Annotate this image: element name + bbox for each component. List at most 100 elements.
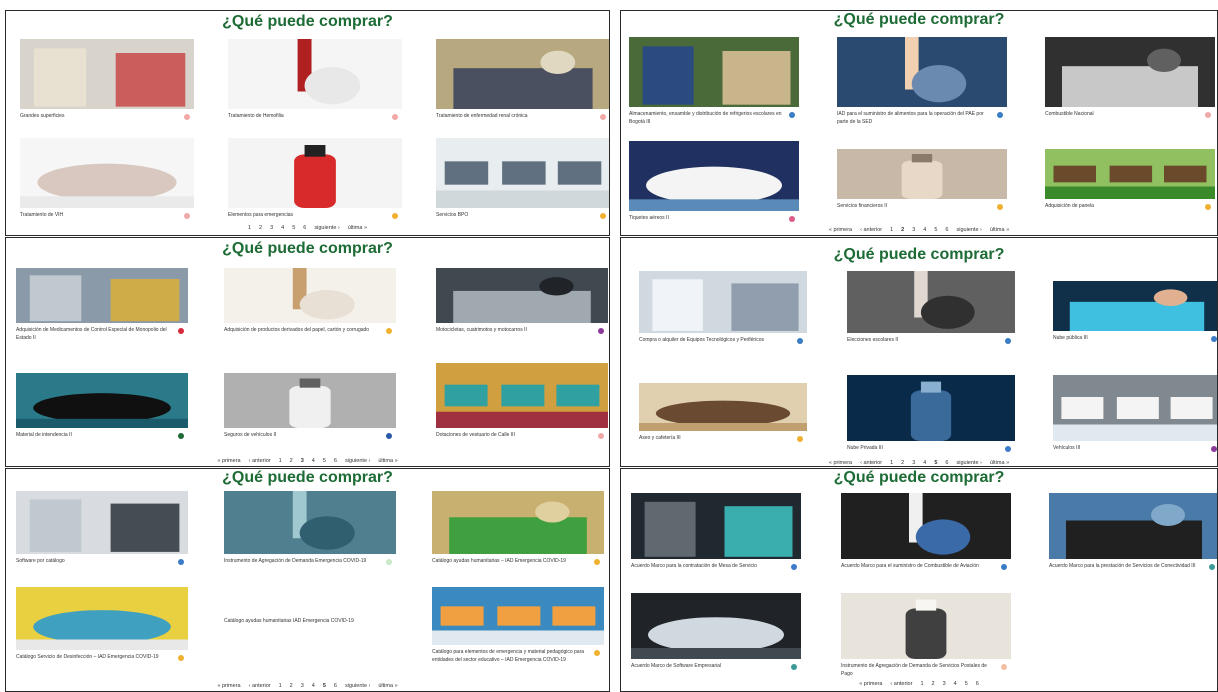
catalog-item-caption[interactable]: Aseo y cafetería III: [639, 435, 681, 441]
catalog-item[interactable]: Adquisición de Medicamentos de Control E…: [16, 268, 188, 342]
catalog-item-image[interactable]: [629, 37, 799, 107]
catalog-item[interactable]: Catálogo ayudas humanitarias IAD Emergen…: [224, 614, 396, 625]
pager-link[interactable]: 2: [901, 460, 904, 466]
catalog-item-image[interactable]: [20, 39, 194, 109]
pager-link[interactable]: 1: [920, 681, 923, 687]
pager-link[interactable]: última »: [378, 458, 397, 464]
catalog-item[interactable]: Grandes superficies: [20, 39, 194, 120]
catalog-item-image[interactable]: [436, 268, 608, 323]
catalog-item-caption[interactable]: Instrumento de Agregación de Demanda de …: [841, 663, 987, 677]
pager-link[interactable]: « primera: [829, 460, 852, 466]
catalog-item-image[interactable]: [224, 268, 396, 323]
pager-link[interactable]: 5: [965, 681, 968, 687]
pager-link[interactable]: 1: [890, 460, 893, 466]
catalog-item-caption[interactable]: Acuerdo Marco para la prestación de Serv…: [1049, 563, 1195, 569]
catalog-item-image[interactable]: [224, 373, 396, 428]
catalog-item-caption[interactable]: Catálogo ayudas humanitarias IAD Emergen…: [224, 618, 354, 624]
pager-link[interactable]: « primera: [217, 683, 240, 689]
pager-link[interactable]: 2: [290, 458, 293, 464]
catalog-item-caption[interactable]: Combustible Nacional: [1045, 111, 1094, 117]
catalog-item-caption[interactable]: Tratamiento de Hemofilia: [228, 113, 284, 119]
catalog-item-image[interactable]: [436, 39, 609, 109]
pager-link[interactable]: ‹ anterior: [860, 460, 882, 466]
pager-link[interactable]: 3: [301, 683, 304, 689]
pager-link[interactable]: 3: [912, 460, 915, 466]
catalog-item-image[interactable]: [1045, 37, 1215, 107]
pager-link[interactable]: « primera: [829, 227, 852, 233]
catalog-item-image[interactable]: [837, 37, 1007, 107]
catalog-item[interactable]: Combustible Nacional: [1045, 37, 1215, 118]
catalog-item-caption[interactable]: Elecciones escolares II: [847, 337, 898, 343]
catalog-item[interactable]: IAD para el suministro de alimentos para…: [837, 37, 1007, 126]
pager-link[interactable]: última »: [990, 460, 1009, 466]
pager-link[interactable]: ‹ anterior: [249, 683, 271, 689]
catalog-item-image[interactable]: [847, 271, 1015, 333]
catalog-item-image[interactable]: [639, 271, 807, 333]
pager-link[interactable]: 1: [279, 458, 282, 464]
catalog-item[interactable]: Motocicletas, cuatrimotos y motocarros I…: [436, 268, 608, 334]
pager-link[interactable]: última »: [378, 683, 397, 689]
catalog-item-caption[interactable]: Software por catálogo: [16, 558, 65, 564]
catalog-item[interactable]: Acuerdo Marco para la prestación de Serv…: [1049, 493, 1217, 570]
catalog-item-image[interactable]: [436, 138, 609, 208]
catalog-item-image[interactable]: [1053, 281, 1217, 331]
catalog-item-caption[interactable]: Servicios BPO: [436, 212, 468, 218]
catalog-item[interactable]: Servicios BPO: [436, 138, 609, 219]
catalog-item-caption[interactable]: Elementos para emergencias: [228, 212, 293, 218]
catalog-item-image[interactable]: [16, 587, 188, 650]
pager-link[interactable]: « primera: [217, 458, 240, 464]
catalog-item-image[interactable]: [1049, 493, 1217, 559]
pager-link[interactable]: siguiente ›: [956, 227, 981, 233]
catalog-item-image[interactable]: [629, 141, 799, 211]
catalog-item-caption[interactable]: Catálogo Servicio de Desinfección – IAD …: [16, 654, 159, 660]
catalog-item-caption[interactable]: Seguros de vehículos II: [224, 432, 276, 438]
pager-link[interactable]: 5: [934, 227, 937, 233]
pager-link[interactable]: 6: [945, 460, 948, 466]
catalog-item[interactable]: Acuerdo Marco para la contratación de Me…: [631, 493, 801, 570]
pager-link[interactable]: « primera: [859, 681, 882, 687]
pager-link[interactable]: 5: [934, 460, 937, 466]
catalog-item-caption[interactable]: Tratamiento de enfermedad renal crónica: [436, 113, 528, 119]
catalog-item[interactable]: Instrumento de Agregación de Demanda Eme…: [224, 491, 396, 565]
pager-link[interactable]: 1: [279, 683, 282, 689]
pager-link[interactable]: 3: [270, 225, 273, 231]
catalog-item-caption[interactable]: Motocicletas, cuatrimotos y motocarros I…: [436, 327, 527, 333]
catalog-item-image[interactable]: [432, 587, 604, 645]
pager-link[interactable]: ‹ anterior: [249, 458, 271, 464]
catalog-item-caption[interactable]: Instrumento de Agregación de Demanda Eme…: [224, 558, 366, 564]
pager-link[interactable]: ‹ anterior: [890, 681, 912, 687]
catalog-item[interactable]: Nube pública III: [1053, 281, 1217, 342]
pager-link[interactable]: 6: [334, 458, 337, 464]
catalog-item-caption[interactable]: Grandes superficies: [20, 113, 64, 119]
pager-link[interactable]: 2: [932, 681, 935, 687]
catalog-item-caption[interactable]: Compra o alquiler de Equipos Tecnológico…: [639, 337, 764, 343]
catalog-item[interactable]: Tratamiento de enfermedad renal crónica: [436, 39, 609, 120]
catalog-item-image[interactable]: [16, 268, 188, 323]
catalog-item-caption[interactable]: Tratamiento de VIH: [20, 212, 63, 218]
pager-link[interactable]: 4: [923, 227, 926, 233]
catalog-item[interactable]: Compra o alquiler de Equipos Tecnológico…: [639, 271, 807, 344]
pager-link[interactable]: 1: [248, 225, 251, 231]
pager-link[interactable]: 1: [890, 227, 893, 233]
catalog-item-image[interactable]: [841, 593, 1011, 659]
pager-link[interactable]: siguiente ›: [314, 225, 339, 231]
catalog-item[interactable]: Adquisición de productos derivados del p…: [224, 268, 396, 334]
catalog-item[interactable]: Aseo y cafetería III: [639, 383, 807, 442]
catalog-item-caption[interactable]: Adquisición de Medicamentos de Control E…: [16, 327, 167, 341]
catalog-item[interactable]: Tratamiento de VIH: [20, 138, 194, 219]
catalog-item-image[interactable]: [631, 593, 801, 659]
catalog-item-caption[interactable]: Catálogo ayudas humanitarias – IAD Emerg…: [432, 558, 566, 564]
pager-link[interactable]: 3: [943, 681, 946, 687]
catalog-item[interactable]: Dotaciones de vestuario de Calle III: [436, 363, 608, 439]
catalog-item-image[interactable]: [841, 493, 1011, 559]
pager-link[interactable]: 6: [303, 225, 306, 231]
pager-link[interactable]: 4: [281, 225, 284, 231]
pager-link[interactable]: siguiente ›: [345, 458, 370, 464]
catalog-item[interactable]: Tratamiento de Hemofilia: [228, 39, 402, 120]
catalog-item-image[interactable]: [639, 383, 807, 431]
catalog-item[interactable]: Material de intendencia II: [16, 373, 188, 439]
pager-link[interactable]: ‹ anterior: [860, 227, 882, 233]
pager-link[interactable]: última »: [990, 227, 1009, 233]
catalog-item[interactable]: Nube Privada III: [847, 375, 1015, 452]
catalog-item[interactable]: Acuerdo Marco para el suministro de Comb…: [841, 493, 1011, 570]
